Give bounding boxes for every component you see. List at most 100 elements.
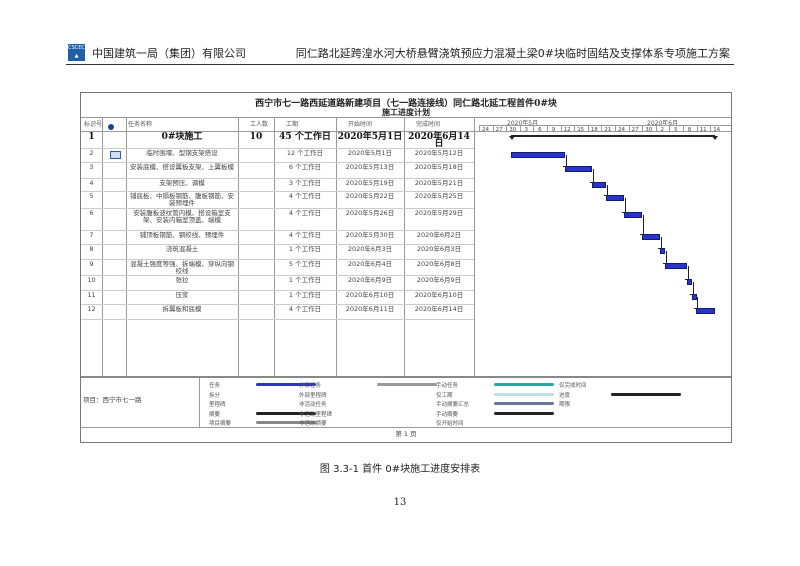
task-start: 2020年5月26日: [345, 209, 395, 217]
task-start: 2020年5月1日: [337, 132, 403, 142]
tick-line: [533, 125, 535, 131]
tick-line: [560, 125, 562, 131]
tick-line: [628, 125, 630, 131]
task-name: 铺底板、中隔板钢筋、腹板钢筋、安装预埋件: [130, 192, 234, 207]
dependency-arrow: [563, 155, 568, 167]
grid-line: [199, 378, 200, 427]
legend-label: 期限: [559, 402, 571, 408]
tick-line: [642, 125, 644, 131]
task-id: 2: [89, 149, 94, 157]
task-duration: 1 个工作日: [288, 291, 322, 299]
task-duration: 1 个工作日: [288, 245, 322, 253]
tick-line: [696, 125, 698, 131]
legend-project: 项目：西宁市七一路: [83, 396, 142, 404]
task-name: 混凝土强度等强、拆端模、穿纵向钢绞线: [130, 260, 234, 275]
document-page: CSCEC ▲ 中国建筑一局（集团）有限公司 同仁路北延跨湟水河大桥悬臂浇筑预应力…: [0, 0, 800, 566]
tick-line: [710, 125, 712, 131]
timescale-tick: 3: [524, 127, 529, 133]
calendar-icon: [110, 151, 121, 159]
task-start: 2020年6月3日: [347, 245, 393, 253]
grid-line: [126, 117, 127, 376]
legend-label: 手动任务: [436, 383, 459, 389]
legend-swatch: [494, 383, 554, 386]
tick-line: [574, 125, 576, 131]
header-divider: [66, 64, 734, 65]
grid-line: [102, 117, 103, 376]
timescale-tick: 24: [482, 127, 489, 133]
task-finish: 2020年6月3日: [416, 245, 462, 253]
task-id: 11: [87, 291, 96, 299]
task-duration: 45 个工作日: [279, 132, 331, 142]
grid-line: [81, 427, 731, 428]
column-header: 完成时间: [416, 121, 441, 128]
task-finish: 2020年6月14日: [408, 132, 470, 149]
legend-label: 手动摘要: [436, 411, 459, 418]
task-bar: [664, 263, 688, 269]
summary-end-right: [711, 136, 718, 140]
task-start: 2020年6月11日: [345, 305, 395, 313]
page-number: 13: [393, 497, 407, 508]
timescale-tick: 9: [551, 127, 556, 133]
task-finish: 2020年5月25日: [414, 192, 464, 200]
task-duration: 5 个工作日: [288, 260, 322, 268]
grid-line: [479, 125, 731, 126]
column-header: 任务名称: [128, 121, 153, 128]
task-bar: [565, 166, 593, 172]
legend-label: 仅完成时间: [559, 383, 587, 389]
legend-swatch: [611, 392, 681, 396]
timescale-tick: 14: [713, 127, 721, 133]
tick-line: [601, 125, 603, 131]
timescale-tick: 21: [604, 127, 612, 133]
tick-line: [492, 125, 494, 131]
dependency-arrow: [685, 266, 690, 280]
timescale-tick: 2: [660, 127, 665, 133]
task-workers: 10: [249, 132, 263, 142]
dependency-arrow: [689, 282, 694, 295]
task-finish: 2020年6月14日: [414, 305, 464, 313]
dependency-arrow: [640, 215, 645, 235]
task-name: 0#块施工: [161, 132, 203, 142]
tick-line: [669, 125, 671, 131]
legend-label: 里程碑: [209, 402, 226, 408]
task-duration: 3 个工作日: [288, 179, 322, 187]
tick-line: [655, 125, 657, 131]
summary-end-left: [508, 136, 515, 140]
task-name: 支架预压、调模: [159, 179, 205, 187]
task-id: 4: [89, 179, 94, 187]
timescale-tick: 30: [509, 127, 517, 133]
dependency-arrow: [621, 198, 626, 213]
task-id: 1: [88, 132, 95, 142]
legend-swatch: [377, 383, 437, 386]
legend-label: 项目摘要: [209, 421, 232, 427]
task-finish: 2020年6月9日: [416, 276, 462, 284]
row-line: [81, 244, 474, 245]
task-name: 压浆: [175, 291, 189, 299]
legend-label: 仅开始时间: [436, 421, 464, 427]
task-id: 10: [87, 276, 96, 284]
task-name: 铺顶板钢筋、钢绞线、预埋件: [139, 231, 225, 239]
legend-label: 非活动里程碑: [299, 411, 333, 418]
task-start: 2020年6月4日: [347, 260, 393, 268]
company-name: 中国建筑一局（集团）有限公司: [92, 47, 246, 60]
task-id: 9: [89, 260, 94, 268]
task-finish: 2020年5月29日: [414, 209, 464, 217]
timescale-tick: 11: [699, 127, 707, 133]
tick-line: [683, 125, 684, 131]
task-duration: 4 个工作日: [288, 305, 322, 313]
tick-line: [479, 125, 480, 131]
legend-label: 拆分: [209, 392, 221, 399]
grid-line: [81, 376, 731, 378]
page-footer: 第 1 页: [395, 430, 417, 438]
task-id: 12: [87, 305, 96, 313]
task-finish: 2020年6月2日: [416, 231, 462, 239]
dependency-arrow: [662, 251, 667, 264]
timescale-tick: 18: [590, 127, 598, 133]
summary-bar: [510, 135, 715, 137]
task-id: 5: [89, 192, 94, 200]
timescale-tick: 24: [618, 127, 625, 133]
timescale-tick: 27: [495, 127, 503, 133]
legend-swatch: [494, 411, 554, 415]
task-name: 安装腹板波纹管内模、搭设箱室支架、安装内箱室顶盖、端模: [133, 209, 231, 224]
task-duration: 4 个工作日: [288, 231, 322, 239]
dependency-arrow: [694, 297, 699, 309]
